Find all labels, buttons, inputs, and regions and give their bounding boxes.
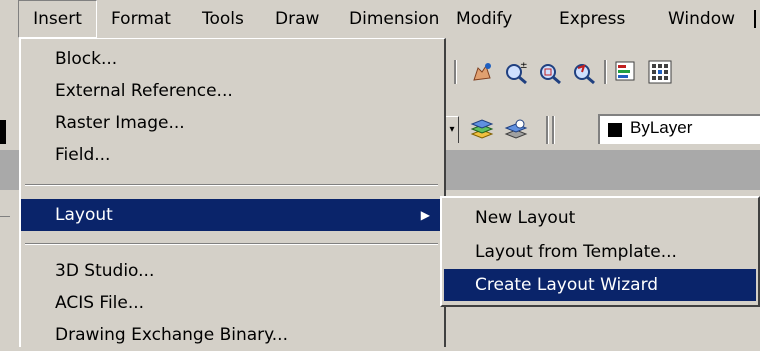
black-marker <box>0 120 6 144</box>
menu-separator <box>25 184 438 186</box>
edge-line <box>0 216 10 219</box>
menu-item-block[interactable]: Block... <box>21 43 442 75</box>
toolbar-separator <box>454 60 457 84</box>
toolbar-icons-layers: ▾ <box>446 110 596 150</box>
menu-bar: Insert Format Tools Draw Dimension Modif… <box>0 0 760 38</box>
menu-separator <box>25 243 438 245</box>
toolbar-grip <box>546 116 549 144</box>
svg-text:±: ± <box>520 61 528 71</box>
menu-item-acis-file[interactable]: ACIS File... <box>21 287 442 319</box>
menu-item-drawing-exchange-binary[interactable]: Drawing Exchange Binary... <box>21 319 442 351</box>
submenu-item-layout-from-template[interactable]: Layout from Template... <box>444 236 756 268</box>
design-center-icon[interactable] <box>646 58 674 86</box>
menu-item-layout[interactable]: Layout ▶ <box>21 199 442 231</box>
layout-submenu: New Layout Layout from Template... Creat… <box>440 196 760 307</box>
make-object-layer-current-icon[interactable] <box>502 116 530 144</box>
menu-express[interactable]: Express <box>559 0 625 38</box>
menu-item-raster-image[interactable]: Raster Image... <box>21 107 442 139</box>
toolbar-icons-top: ± <box>446 52 760 92</box>
menu-insert[interactable]: Insert <box>18 0 97 38</box>
zoom-previous-icon[interactable] <box>570 58 598 86</box>
pan-realtime-icon[interactable] <box>468 58 496 86</box>
menu-item-external-reference[interactable]: External Reference... <box>21 75 442 107</box>
zoom-realtime-icon[interactable]: ± <box>502 58 530 86</box>
zoom-window-icon[interactable] <box>536 58 564 86</box>
menu-tools[interactable]: Tools <box>202 0 244 38</box>
layer-previous-icon[interactable] <box>468 116 496 144</box>
dropdown-arrow-stub[interactable]: ▾ <box>446 116 459 143</box>
menu-overflow-edge <box>754 10 756 28</box>
menu-dimension[interactable]: Dimension <box>349 0 439 38</box>
menu-window[interactable]: Window <box>668 0 735 38</box>
properties-icon[interactable] <box>612 58 640 86</box>
menu-format[interactable]: Format <box>111 0 171 38</box>
menu-item-field[interactable]: Field... <box>21 139 442 171</box>
menu-item-layout-label: Layout <box>55 205 113 225</box>
submenu-item-create-layout-wizard[interactable]: Create Layout Wizard <box>444 269 756 301</box>
submenu-arrow-icon: ▶ <box>420 208 430 222</box>
toolbar-separator <box>604 60 607 84</box>
menu-modify[interactable]: Modify <box>456 0 512 38</box>
color-control-value: ByLayer <box>630 118 693 137</box>
color-control-combo[interactable]: ByLayer <box>598 114 760 144</box>
menu-draw[interactable]: Draw <box>275 0 319 38</box>
color-swatch <box>608 123 622 137</box>
submenu-item-new-layout[interactable]: New Layout <box>444 202 756 234</box>
toolbar-grip <box>552 116 555 144</box>
insert-menu: Block... External Reference... Raster Im… <box>19 38 446 347</box>
menu-item-3d-studio[interactable]: 3D Studio... <box>21 255 442 287</box>
